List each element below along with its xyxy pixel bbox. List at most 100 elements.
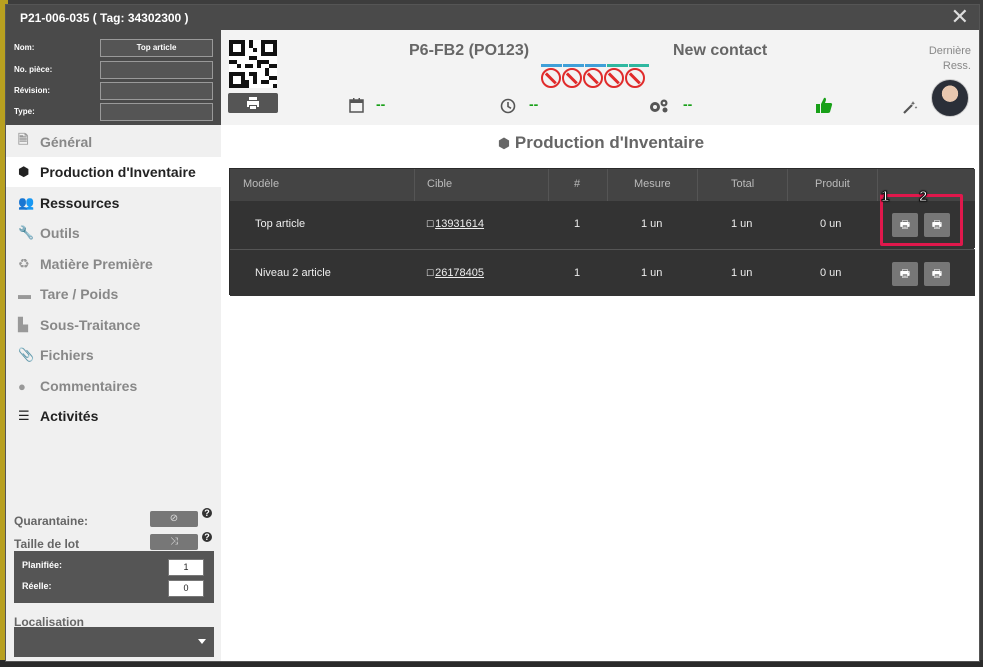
planifiee-field[interactable]: 1 <box>168 559 204 576</box>
paperclip-icon: 📎 <box>18 347 35 362</box>
localisation-select[interactable] <box>14 627 214 657</box>
sidebar-item-label: Production d'Inventaire <box>40 164 196 180</box>
cell-produit: 0 un <box>820 218 842 230</box>
cell-modele: Top article <box>255 218 306 230</box>
quarantaine-toggle-button[interactable]: ⊘ <box>150 511 198 527</box>
sidebar-item-label: Sous-Traitance <box>40 317 141 333</box>
date-value: -- <box>376 96 386 112</box>
sidebar-item-fichiers[interactable]: 📎 Fichiers <box>6 340 221 370</box>
page-title: ⬢ Production d'Inventaire <box>221 133 979 153</box>
field-type: Type: <box>14 103 214 123</box>
print-tag-button[interactable]: 🖶 <box>924 262 950 286</box>
settings-value: -- <box>683 96 693 112</box>
qr-code-icon <box>229 40 277 88</box>
table-header: Modèle Cible # Mesure Total Produit <box>230 169 975 201</box>
cell-num: 1 <box>574 218 581 230</box>
reelle-label: Réelle: <box>22 581 52 591</box>
sidebar-item-activites[interactable]: ☰ Activités <box>6 401 221 431</box>
reelle-field[interactable]: 0 <box>168 580 204 597</box>
inventory-table: Modèle Cible # Mesure Total Produit Top … <box>229 168 975 296</box>
split-lot-button[interactable]: ⤨ <box>150 534 198 550</box>
sidebar-item-outils[interactable]: 🔧 Outils <box>6 218 221 248</box>
lot-size-panel: Planifiée: 1 Réelle: 0 <box>14 551 214 603</box>
col-modele[interactable]: Modèle <box>243 178 279 190</box>
no-piece-field[interactable] <box>100 61 213 79</box>
contact-name: New contact <box>673 42 768 59</box>
sidebar-item-label: Général <box>40 134 93 150</box>
cell-mesure: 1 un <box>641 267 663 279</box>
field-no-piece: No. pièce: <box>14 61 214 81</box>
cell-total: 1 un <box>731 267 753 279</box>
print-label-button[interactable]: 🖶 <box>892 262 918 286</box>
cell-produit: 0 un <box>820 267 842 279</box>
divider <box>787 169 788 201</box>
order-header: P6-FB2 (PO123) New contact -- -- -- Dern… <box>221 30 979 125</box>
cell-num: 1 <box>574 267 581 279</box>
close-icon[interactable]: ✕ <box>951 5 969 29</box>
taille-lot-label: Taille de lot <box>14 537 80 551</box>
table-row[interactable]: Top article 13931614 1 1 un 1 un 0 un 🖶 … <box>230 201 975 248</box>
file-icon: 🗎 <box>18 132 29 147</box>
sidebar-item-general[interactable]: 🗎 Général <box>6 127 221 157</box>
list-icon: ☰ <box>18 408 30 423</box>
divider <box>414 169 415 201</box>
comment-icon: ● <box>18 378 26 394</box>
cube-icon: ⬢ <box>18 164 30 179</box>
chevron-down-icon <box>198 639 206 644</box>
sidebar-item-commentaires[interactable]: ● Commentaires <box>6 371 221 401</box>
sidebar-item-sous-traitance[interactable]: ▙ Sous-Traitance <box>6 310 221 340</box>
col-mesure[interactable]: Mesure <box>634 178 671 190</box>
col-num[interactable]: # <box>574 178 580 190</box>
cell-modele: Niveau 2 article <box>255 267 331 279</box>
thumbs-up-icon[interactable] <box>815 96 833 114</box>
col-produit[interactable]: Produit <box>815 178 850 190</box>
modal-titlebar: P21-006-035 ( Tag: 34302300 ) ✕ <box>6 5 979 30</box>
production-modal: P21-006-035 ( Tag: 34302300 ) ✕ Nom: Top… <box>5 4 980 662</box>
help-icon[interactable]: ? <box>202 508 212 518</box>
col-total[interactable]: Total <box>731 178 754 190</box>
sidebar: 🗎 Général ⬢ Production d'Inventaire 👥 Resso… <box>6 125 221 661</box>
cell-total: 1 un <box>731 218 753 230</box>
type-field[interactable] <box>100 103 213 121</box>
printer-icon <box>247 97 259 109</box>
order-number: P6-FB2 (PO123) <box>409 42 530 59</box>
calendar-icon <box>349 98 364 113</box>
stop-icon <box>583 68 603 88</box>
clock-icon <box>500 98 516 114</box>
magic-wand-icon[interactable] <box>902 100 918 114</box>
nom-field[interactable]: Top article <box>100 39 213 57</box>
planifiee-label: Planifiée: <box>22 560 63 570</box>
item-fields-panel: Nom: Top article No. pièce: Révision: Ty… <box>6 30 221 125</box>
sidebar-item-production[interactable]: ⬢ Production d'Inventaire <box>6 157 221 187</box>
stop-icon <box>625 68 645 88</box>
cible-link[interactable]: 26178405 <box>426 267 484 279</box>
help-icon[interactable]: ? <box>202 532 212 542</box>
factory-icon: ▙ <box>18 317 28 332</box>
annotation-badge-2: 2 <box>918 188 928 206</box>
sidebar-item-ressources[interactable]: 👥 Ressources <box>6 188 221 218</box>
recycle-icon: ♻ <box>18 256 30 271</box>
col-cible[interactable]: Cible <box>427 178 452 190</box>
print-qr-button[interactable] <box>228 93 278 113</box>
page-title-text: Production d'Inventaire <box>514 133 705 152</box>
users-icon: 👥 <box>18 195 35 210</box>
field-label: No. pièce: <box>14 65 53 74</box>
box-icon: ▬ <box>18 286 31 302</box>
cube-icon: ⬢ <box>497 135 511 151</box>
divider <box>697 169 698 201</box>
sidebar-item-label: Matière Première <box>40 256 153 272</box>
avatar[interactable] <box>931 79 969 117</box>
revision-field[interactable] <box>100 82 213 100</box>
field-label: Nom: <box>14 43 35 52</box>
sidebar-item-matiere[interactable]: ♻ Matière Première <box>6 249 221 279</box>
divider <box>877 169 878 201</box>
table-row[interactable]: Niveau 2 article 26178405 1 1 un 1 un 0 … <box>230 249 975 296</box>
sidebar-item-tare[interactable]: ▬ Tare / Poids <box>6 279 221 309</box>
stop-icon <box>541 68 561 88</box>
stop-icon <box>604 68 624 88</box>
cible-link[interactable]: 13931614 <box>426 218 484 230</box>
modal-title: P21-006-035 ( Tag: 34302300 ) <box>20 11 189 25</box>
field-label: Révision: <box>14 86 51 95</box>
sidebar-item-label: Tare / Poids <box>40 286 119 302</box>
sidebar-item-label: Fichiers <box>40 347 94 363</box>
